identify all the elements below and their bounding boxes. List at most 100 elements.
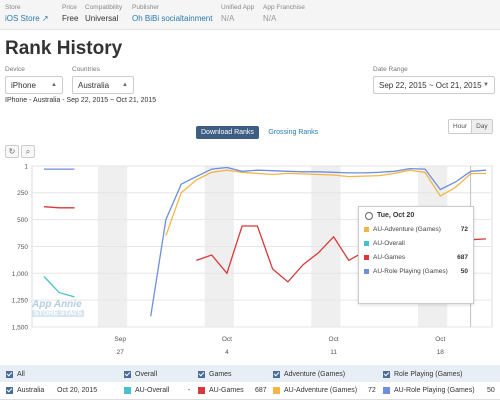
meta-price: Price Free	[62, 4, 78, 23]
chevron-down-icon: ▼	[483, 82, 489, 88]
app-annie-watermark: App Annie STORE STATS	[32, 299, 84, 317]
y-tick-label: 1,500	[12, 325, 29, 332]
meta-compat-value: Universal	[85, 14, 119, 23]
day-button[interactable]: Day	[471, 120, 492, 133]
x-axis-labels: Sep 27 Oct 4 Oct 11 Oct 18	[114, 336, 445, 356]
page-title: Rank History	[5, 38, 123, 59]
reset-icon[interactable]: ↻	[5, 145, 19, 158]
countries-select[interactable]: Australia ▲	[72, 76, 134, 94]
games-swatch	[198, 387, 205, 394]
tooltip-row: AU-Games 687	[359, 250, 473, 264]
detail-games-value: 687	[255, 387, 267, 394]
date-range-filter: Date Range Sep 22, 2015 ~ Oct 21, 2015 ▼	[373, 66, 495, 94]
detail-adventure: AU-Adventure (Games)	[273, 387, 357, 394]
tooltip-row-name: AU-Role Playing (Games)	[373, 267, 448, 275]
detail-rpg: AU-Role Playing (Games)	[383, 387, 475, 394]
detail-games-name: AU-Games	[209, 387, 244, 394]
countries-select-value: Australia	[78, 81, 110, 90]
legend-role-playing[interactable]: Role Playing (Games)	[383, 370, 463, 378]
date-range-value: Sep 22, 2015 ~ Oct 21, 2015	[379, 81, 482, 90]
hour-button[interactable]: Hour	[449, 120, 471, 133]
tooltip-date: Tue, Oct 20	[359, 207, 473, 222]
countries-filter-label: Countries	[72, 66, 100, 73]
meta-store-link[interactable]: iOS Store ↗	[5, 14, 49, 23]
legend-adventure-label: Adventure (Games)	[284, 370, 346, 378]
tooltip-row-value: 687	[457, 253, 468, 261]
clock-icon	[365, 212, 373, 220]
swatch-role-playing	[364, 268, 369, 274]
granularity-toggle: Hour Day	[448, 119, 493, 134]
meta-compat: Compatibility Universal	[85, 4, 122, 23]
detail-games: AU-Games	[198, 387, 244, 394]
legend-overall[interactable]: Overall	[124, 370, 157, 378]
checkbox-all[interactable]	[6, 370, 13, 378]
countries-filter: Countries Australia ▲	[72, 66, 134, 94]
x-tick-day: 11	[330, 349, 337, 356]
y-axis-labels: 1 250 500 750 1,000 1,250 1,500	[12, 164, 29, 332]
chart-tooltip: Tue, Oct 20 AU-Adventure (Games) 72 AU-O…	[358, 206, 474, 304]
meta-unified: Unified App N/A	[221, 4, 254, 23]
adventure-swatch	[273, 387, 280, 394]
legend-role-playing-label: Role Playing (Games)	[394, 370, 463, 378]
detail-adventure-name: AU-Adventure (Games)	[284, 387, 358, 394]
meta-franchise-value: N/A	[263, 14, 277, 23]
date-range-select[interactable]: Sep 22, 2015 ~ Oct 21, 2015 ▼	[373, 76, 495, 94]
tooltip-row: AU-Adventure (Games) 72	[359, 222, 473, 236]
grossing-ranks-button[interactable]: Grossing Ranks	[263, 126, 323, 139]
x-tick-day: 4	[225, 349, 229, 356]
device-select[interactable]: iPhone ▲	[5, 76, 63, 94]
legend-adventure[interactable]: Adventure (Games)	[273, 370, 346, 378]
download-ranks-button[interactable]: Download Ranks	[196, 126, 259, 139]
device-select-value: iPhone	[11, 81, 36, 90]
swatch-adventure	[364, 226, 369, 232]
meta-publisher: Publisher Oh BiBi socialtainment	[132, 4, 212, 23]
app-meta-bar: Store iOS Store ↗ Price Free Compatibili…	[0, 0, 500, 30]
checkbox-adventure[interactable]	[273, 370, 280, 378]
watermark-line2: STORE STATS	[32, 310, 84, 317]
checkbox-games[interactable]	[198, 370, 205, 378]
y-tick-label: 250	[17, 190, 28, 197]
rpg-swatch	[383, 387, 390, 394]
legend-all[interactable]: All	[6, 370, 25, 378]
meta-unified-label: Unified App	[221, 4, 255, 11]
tooltip-row-name: AU-Overall	[373, 239, 405, 247]
detail-overall-value: -	[188, 387, 191, 394]
detail-adventure-value: 72	[368, 387, 376, 394]
x-tick-month: Oct	[435, 336, 445, 343]
tooltip-row-name: AU-Adventure (Games)	[373, 225, 441, 233]
checkbox-country[interactable]	[6, 387, 13, 394]
tooltip-row-value: 50	[460, 267, 468, 275]
country-toggle[interactable]: Australia	[6, 387, 44, 394]
meta-publisher-label: Publisher	[132, 4, 160, 11]
checkbox-overall[interactable]	[124, 370, 131, 378]
detail-rpg-value: 50	[487, 387, 495, 394]
legend-all-label: All	[17, 370, 25, 378]
meta-franchise: App Franchise N/A	[263, 4, 305, 23]
tooltip-row: AU-Role Playing (Games) 50	[359, 264, 473, 278]
series-line	[43, 276, 75, 298]
legend-header-row: All Overall Games Adventure (Games) Role…	[0, 365, 500, 383]
meta-publisher-link[interactable]: Oh BiBi socialtainment	[132, 14, 212, 23]
detail-overall: AU-Overall	[124, 387, 169, 394]
meta-unified-value: N/A	[221, 14, 235, 23]
chevron-down-icon: ▲	[51, 82, 57, 88]
device-filter: Device iPhone ▲	[5, 66, 63, 94]
meta-price-value: Free	[62, 14, 79, 23]
tooltip-row: AU-Overall	[359, 236, 473, 250]
meta-compat-label: Compatibility	[85, 4, 123, 11]
legend-games[interactable]: Games	[198, 370, 232, 378]
country-name: Australia	[17, 387, 45, 394]
swatch-games	[364, 254, 369, 260]
device-filter-label: Device	[5, 66, 25, 73]
meta-franchise-label: App Franchise	[263, 4, 305, 11]
chevron-down-icon: ▲	[122, 82, 128, 88]
meta-price-label: Price	[62, 4, 77, 11]
legend-games-label: Games	[209, 370, 232, 378]
zoom-icon[interactable]: ⌕	[21, 145, 35, 158]
x-tick-day: 27	[117, 349, 125, 356]
detail-date: Oct 20, 2015	[57, 387, 98, 394]
detail-rpg-name: AU-Role Playing (Games)	[394, 387, 475, 394]
checkbox-role-playing[interactable]	[383, 370, 390, 378]
detail-overall-name: AU-Overall	[135, 387, 170, 394]
y-tick-label: 1,250	[12, 298, 29, 305]
